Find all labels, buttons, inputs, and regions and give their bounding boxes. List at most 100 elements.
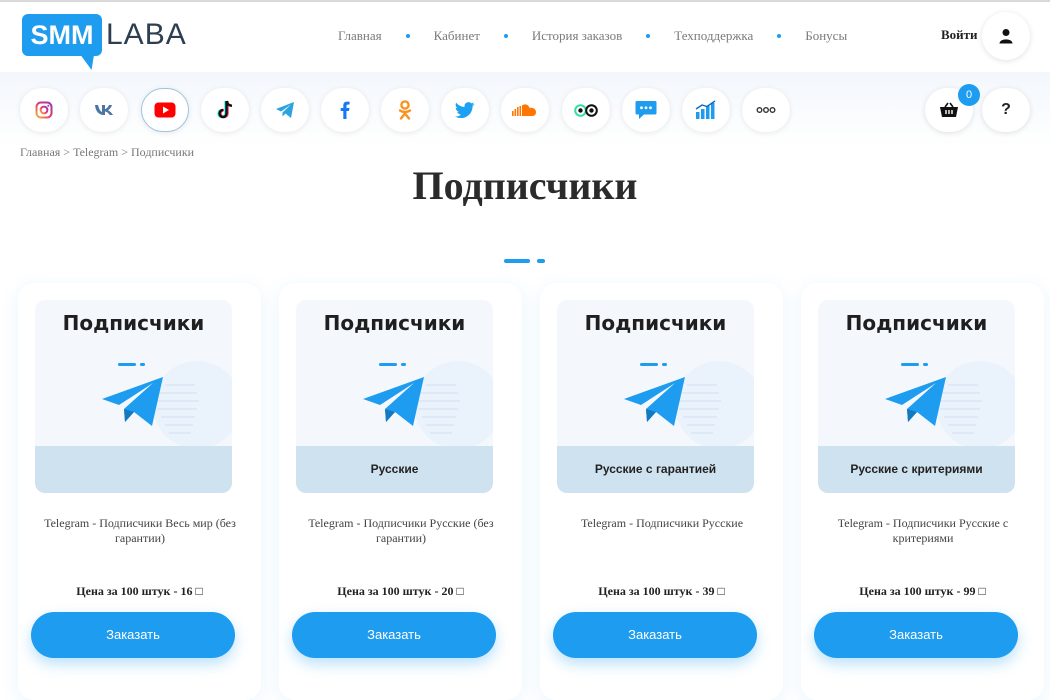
ruble-icon: □ — [978, 584, 986, 598]
logo-bubble-tail — [78, 52, 98, 70]
youtube-icon — [154, 102, 176, 118]
telegram-icon — [276, 102, 294, 118]
service-card-image-title: Подписчики — [845, 311, 988, 335]
social-soundcloud-button[interactable] — [501, 88, 549, 132]
service-card-description: Telegram - Подписчики Русские с критерия… — [837, 516, 1009, 545]
social-vk-button[interactable] — [80, 88, 128, 132]
more-icon — [756, 107, 776, 113]
service-card-image-decoration — [640, 363, 667, 366]
breadcrumb-separator: > — [63, 145, 71, 159]
cart-icon — [940, 102, 958, 117]
nav-separator-dot — [503, 34, 508, 38]
social-instagram-button[interactable] — [20, 88, 68, 132]
page-title: Подписчики — [412, 163, 638, 208]
odnoklassniki-icon — [398, 100, 412, 120]
service-card-description: Telegram - Подписчики Весь мир (без гара… — [44, 516, 236, 545]
service-card-price: Цена за 100 штук - 99 □ — [801, 584, 1044, 599]
instagram-icon — [35, 101, 53, 119]
social-stats-button[interactable] — [682, 88, 730, 132]
service-card: Подписчики Русские Telegram - Подписчики… — [279, 283, 522, 700]
service-card-image-decoration — [379, 363, 406, 366]
service-card-image-title: Подписчики — [323, 311, 466, 335]
social-odnoklassniki-button[interactable] — [381, 88, 429, 132]
service-card-price-text: Цена за 100 штук - 20 — [337, 584, 457, 598]
service-card-description: Telegram - Подписчики Русские (без гаран… — [308, 516, 494, 545]
twitter-icon — [455, 102, 475, 118]
vk-icon — [95, 105, 113, 115]
nav-item-bonuses[interactable]: Бонусы — [805, 28, 847, 44]
breadcrumb-telegram[interactable]: Telegram — [73, 145, 118, 160]
ruble-icon: □ — [456, 584, 464, 598]
logo[interactable]: SMM LABA — [22, 12, 192, 70]
tripadvisor-icon — [574, 104, 598, 117]
telegram-plane-icon — [624, 377, 685, 426]
social-tiktok-button[interactable] — [201, 88, 249, 132]
order-button[interactable]: Заказать — [292, 612, 496, 658]
service-card: Подписчики Telegram - Подписчики Весь ми… — [18, 283, 261, 700]
ruble-icon: □ — [195, 584, 203, 598]
social-tripadvisor-button[interactable] — [562, 88, 610, 132]
service-card-price: Цена за 100 штук - 20 □ — [279, 584, 522, 599]
service-card-price-text: Цена за 100 штук - 99 — [859, 584, 979, 598]
facebook-icon — [340, 101, 350, 119]
tiktok-icon — [217, 100, 233, 119]
service-card-image-title: Подписчики — [62, 311, 205, 335]
user-button[interactable] — [982, 12, 1030, 60]
main-nav: Главная Кабинет История заказов Техподде… — [338, 26, 847, 46]
user-icon — [999, 29, 1013, 44]
service-card-image-title: Подписчики — [584, 311, 727, 335]
order-button[interactable]: Заказать — [553, 612, 757, 658]
cart-count-badge: 0 — [958, 84, 980, 106]
ruble-icon: □ — [717, 584, 725, 598]
service-card-image-subtitle: Русские с гарантией — [557, 446, 754, 493]
title-decoration — [504, 259, 545, 263]
nav-item-support[interactable]: Техподдержка — [674, 28, 753, 44]
breadcrumb-current: Подписчики — [131, 145, 195, 159]
service-card-image-decoration — [901, 363, 928, 366]
social-youtube-button[interactable] — [141, 88, 189, 132]
service-card-image: Подписчики Русские с гарантией — [557, 300, 754, 493]
nav-separator-dot — [405, 34, 410, 38]
logo-text: LABA — [106, 18, 187, 51]
service-card-image: Подписчики Русские — [296, 300, 493, 493]
service-card-price-text: Цена за 100 штук - 16 — [76, 584, 196, 598]
nav-item-cabinet[interactable]: Кабинет — [434, 28, 480, 44]
service-card-image-decoration — [118, 363, 145, 366]
social-more-button[interactable] — [742, 88, 790, 132]
soundcloud-icon — [512, 104, 536, 116]
service-card-image-subtitle — [35, 446, 232, 493]
service-card-image-subtitle: Русские с критериями — [818, 446, 1015, 493]
social-chat-button[interactable] — [622, 88, 670, 132]
nav-separator-dot — [777, 34, 782, 38]
help-button[interactable]: ? — [982, 88, 1030, 132]
social-twitter-button[interactable] — [441, 88, 489, 132]
chat-icon — [635, 101, 657, 119]
service-card: Подписчики Русские с критериями Telegram… — [801, 283, 1044, 700]
social-telegram-button[interactable] — [261, 88, 309, 132]
social-network-bar — [0, 72, 1050, 148]
service-card-price: Цена за 100 штук - 39 □ — [540, 584, 783, 599]
breadcrumb-home[interactable]: Главная — [20, 145, 60, 160]
nav-item-home[interactable]: Главная — [338, 28, 382, 44]
header: SMM LABA Главная Кабинет История заказов… — [0, 0, 1050, 72]
service-card-image: Подписчики Русские с критериями — [818, 300, 1015, 493]
nav-item-order-history[interactable]: История заказов — [532, 28, 622, 44]
service-card-description: Telegram - Подписчики Русские — [580, 516, 744, 530]
social-facebook-button[interactable] — [321, 88, 369, 132]
service-card-price-text: Цена за 100 штук - 39 — [598, 584, 718, 598]
service-card-image-subtitle: Русские — [296, 446, 493, 493]
service-card: Подписчики Русские с гарантией Telegram … — [540, 283, 783, 700]
order-button[interactable]: Заказать — [814, 612, 1018, 658]
telegram-plane-icon — [102, 377, 163, 426]
telegram-plane-icon — [363, 377, 424, 426]
service-card-price: Цена за 100 штук - 16 □ — [18, 584, 261, 599]
logo-mark: SMM — [22, 14, 102, 56]
stats-icon — [695, 100, 716, 119]
breadcrumb-separator: > — [121, 145, 128, 159]
order-button[interactable]: Заказать — [31, 612, 235, 658]
nav-separator-dot — [646, 34, 651, 38]
breadcrumb: Главная > Telegram > Подписчики — [20, 145, 194, 160]
login-link[interactable]: Войти — [941, 27, 978, 43]
telegram-plane-icon — [885, 377, 946, 426]
service-card-image: Подписчики — [35, 300, 232, 493]
